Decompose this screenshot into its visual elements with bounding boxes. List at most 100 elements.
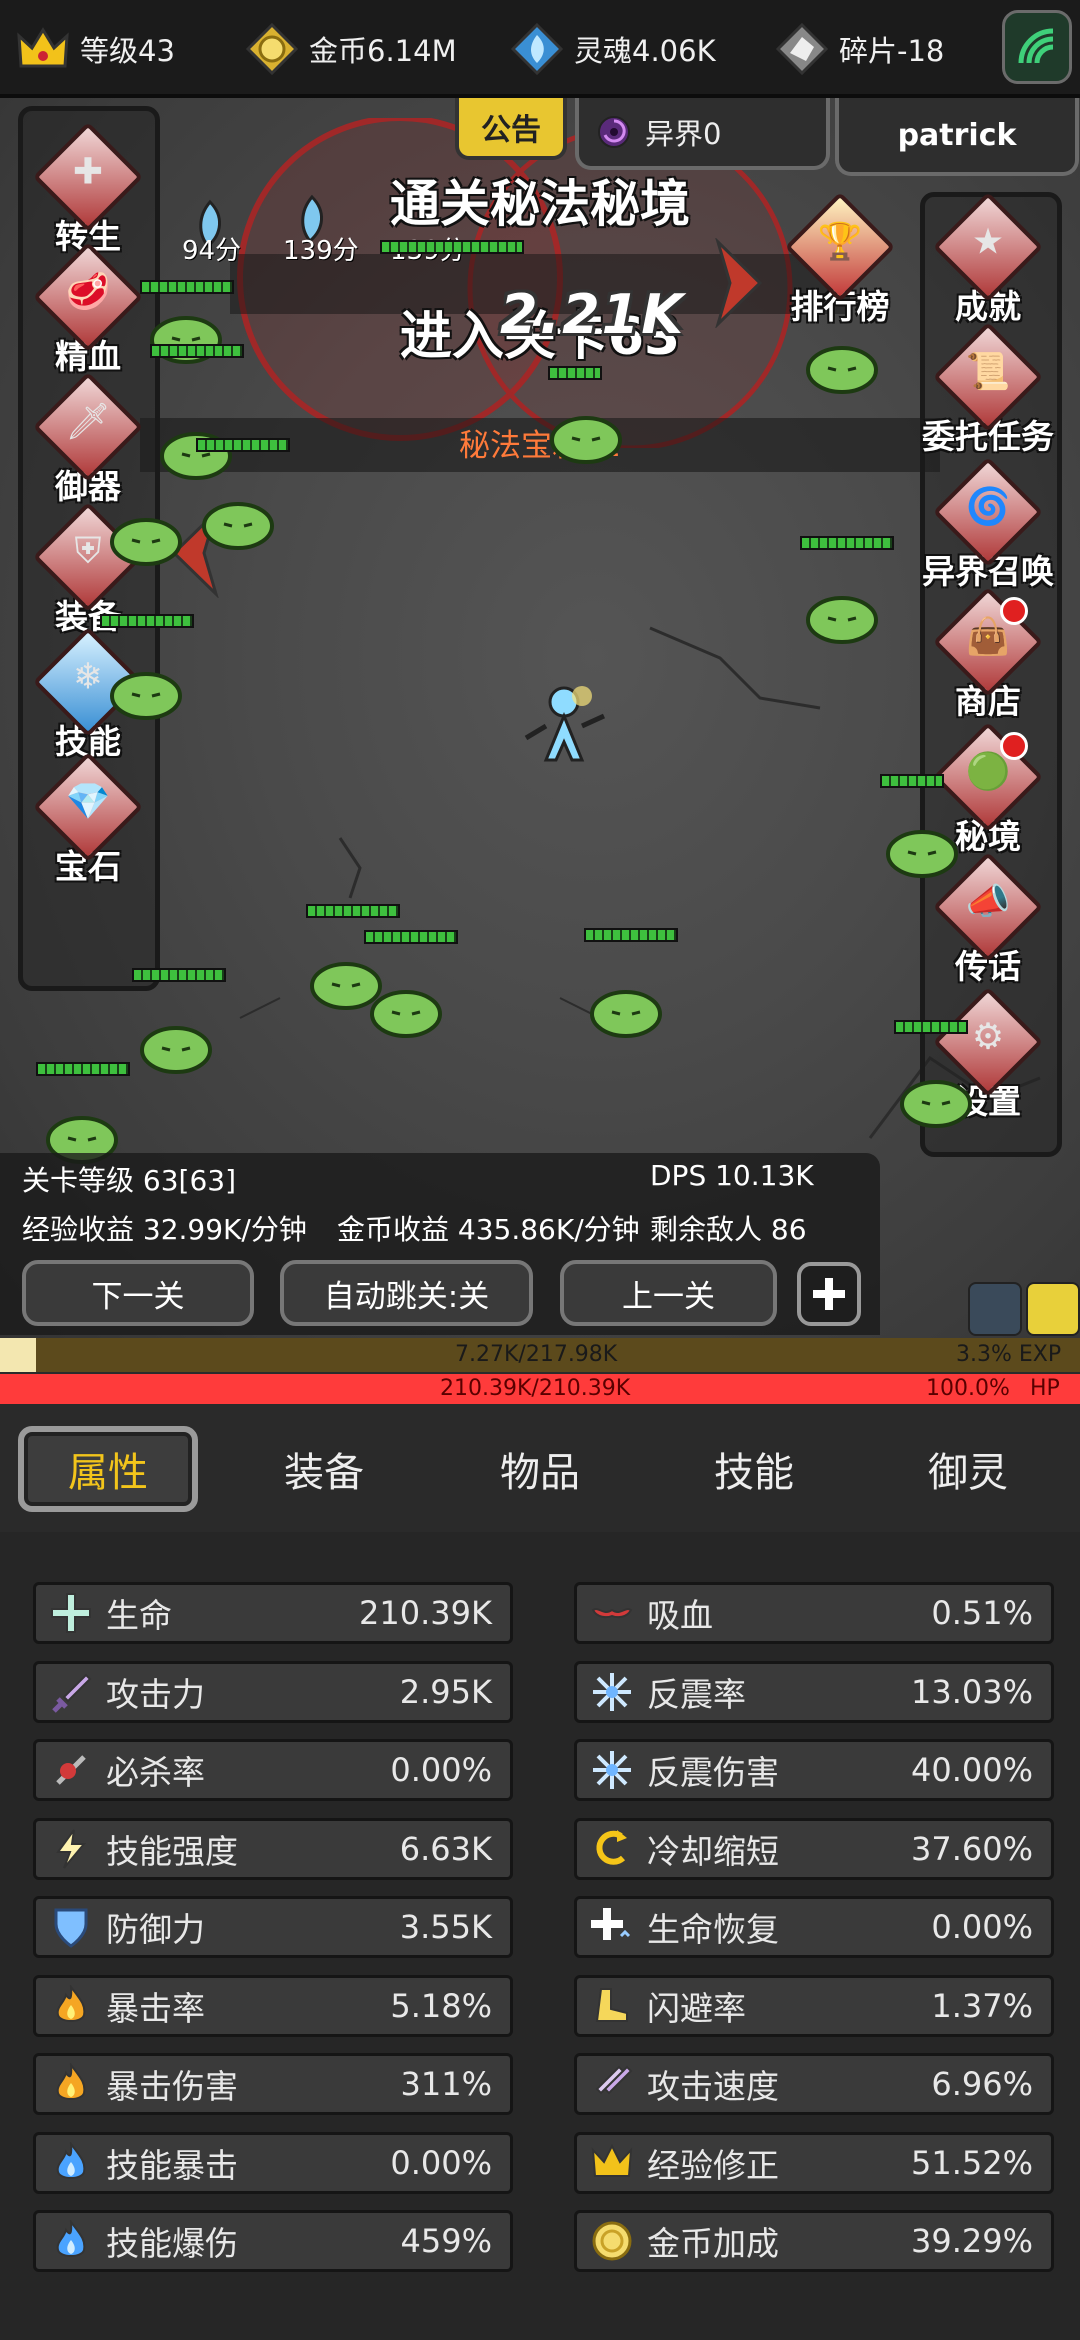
enemy-hp-bar xyxy=(150,344,244,358)
tab-attributes[interactable]: 属性 xyxy=(18,1426,198,1512)
slime-icon[interactable] xyxy=(588,982,664,1038)
shop-button[interactable]: 👜 商店 xyxy=(918,586,1058,723)
enemy-hp-bar xyxy=(140,280,234,294)
signal-button[interactable] xyxy=(1002,10,1072,84)
meat-icon: 🥩 xyxy=(65,271,111,313)
hp-text: 210.39K/210.39K xyxy=(440,1376,631,1401)
cross-icon: ✚ xyxy=(72,150,104,192)
slime-icon[interactable] xyxy=(898,1072,974,1128)
attribute-row[interactable]: 闪避率 1.37% xyxy=(574,1974,1054,2037)
dps-value: DPS 10.13K xyxy=(650,1159,814,1192)
regen-icon xyxy=(577,1899,647,1955)
attribute-row[interactable]: 经验修正 51.52% xyxy=(574,2131,1054,2194)
attribute-row[interactable]: 技能暴击 0.00% xyxy=(33,2131,513,2194)
leaderboard-button[interactable]: 🏆 排行榜 xyxy=(770,191,910,328)
fire-icon xyxy=(36,1978,106,2034)
slime-icon[interactable] xyxy=(138,1018,214,1074)
tab-equipment[interactable]: 装备 xyxy=(234,1426,414,1512)
attribute-value: 0.00% xyxy=(931,1908,1033,1946)
message-button[interactable]: 📣 传话 xyxy=(918,851,1058,988)
announcement-tab[interactable]: 公告 xyxy=(455,98,567,160)
tab-spirits[interactable]: 御灵 xyxy=(878,1426,1058,1512)
enemy-hp-bar xyxy=(800,536,894,550)
crown-icon xyxy=(577,2135,647,2191)
attribute-name: 攻击力 xyxy=(106,1674,205,1714)
boot-icon xyxy=(577,1978,647,2034)
fire-icon xyxy=(36,2056,106,2112)
slime-icon[interactable] xyxy=(108,664,184,720)
attribute-row[interactable]: 攻击力 2.95K xyxy=(33,1660,513,1723)
attribute-row[interactable]: 必杀率 0.00% xyxy=(33,1739,513,1801)
enemy-hp-bar xyxy=(380,240,524,254)
damage-number: 2.21K xyxy=(500,283,686,346)
crown-icon xyxy=(14,20,72,78)
player-character xyxy=(524,686,606,762)
attribute-row[interactable]: 技能爆伤 459% xyxy=(33,2210,513,2272)
tab-items[interactable]: 物品 xyxy=(450,1426,630,1512)
attribute-name: 冷却缩短 xyxy=(647,1831,779,1871)
notification-dot xyxy=(1000,732,1028,760)
soul-icon xyxy=(508,20,566,78)
slime-icon[interactable] xyxy=(804,588,880,644)
slime-icon[interactable] xyxy=(548,408,624,464)
enemy-hp-bar xyxy=(306,904,400,918)
attribute-value: 51.52% xyxy=(910,2143,1033,2182)
essence-button[interactable]: 🥩 精血 xyxy=(18,241,158,378)
attack-speed-icon xyxy=(577,2056,647,2112)
attribute-name: 闪避率 xyxy=(647,1988,746,2028)
auto-skip-button[interactable]: 自动跳关:关 xyxy=(280,1260,533,1326)
summon-button[interactable]: 🌀 异界召唤 xyxy=(918,456,1058,593)
slime-icon[interactable] xyxy=(368,982,444,1038)
gem-button[interactable]: 💎 宝石 xyxy=(18,751,158,888)
attribute-name: 反震伤害 xyxy=(647,1753,779,1792)
gold-income: 金币收益 435.86K/分钟 xyxy=(337,1213,640,1246)
attribute-row[interactable]: 反震率 13.03% xyxy=(574,1660,1054,1723)
emerald-portal-icon: 🟢 xyxy=(965,751,1011,793)
attribute-row[interactable]: 生命 210.39K xyxy=(33,1582,513,1644)
attribute-value: 210.39K xyxy=(359,1594,492,1632)
commission-button[interactable]: 📜 委托任务 xyxy=(918,321,1058,458)
rebirth-button[interactable]: ✚ 转生 xyxy=(18,121,158,258)
slime-icon[interactable] xyxy=(108,510,184,566)
attribute-row[interactable]: 暴击伤害 311% xyxy=(33,2053,513,2115)
attribute-row[interactable]: 吸血 0.51% xyxy=(574,1582,1054,1644)
slime-icon[interactable] xyxy=(804,338,880,394)
skill-slot-icon[interactable] xyxy=(1026,1282,1080,1336)
attribute-row[interactable]: 防御力 3.55K xyxy=(33,1896,513,1958)
attribute-row[interactable]: 金币加成 39.29% xyxy=(574,2210,1054,2272)
enemy-hp-bar xyxy=(36,1062,130,1076)
attribute-value: 6.96% xyxy=(931,2065,1033,2103)
prev-stage-button[interactable]: 上一关 xyxy=(560,1260,777,1326)
slime-icon[interactable] xyxy=(200,494,276,550)
notification-dot xyxy=(1000,597,1028,625)
battle-field[interactable]: 公告 异界0 patrick 通关秘法秘境 进入关卡63 94分 139分 13… xyxy=(0,98,1080,1338)
attribute-row[interactable]: 生命恢复 0.00% xyxy=(574,1896,1054,1958)
attribute-row[interactable]: 攻击速度 6.96% xyxy=(574,2053,1054,2115)
otherworld-tab[interactable]: 异界0 xyxy=(575,98,830,170)
arrow-right-icon[interactable] xyxy=(712,238,764,328)
gear-icon: ⚙ xyxy=(971,1015,1005,1057)
attribute-row[interactable]: 冷却缩短 37.60% xyxy=(574,1817,1054,1880)
skill-slot-icon[interactable] xyxy=(968,1282,1022,1336)
next-stage-button[interactable]: 下一关 xyxy=(22,1260,254,1326)
attribute-value: 311% xyxy=(400,2065,492,2103)
attribute-row[interactable]: 暴击率 5.18% xyxy=(33,1974,513,2037)
shard-resource: 碎片-18 xyxy=(773,14,944,84)
slime-icon[interactable] xyxy=(158,424,234,480)
slime-icon[interactable] xyxy=(884,822,960,878)
achievement-button[interactable]: ★ 成就 xyxy=(918,191,1058,328)
tab-skills[interactable]: 技能 xyxy=(664,1426,844,1512)
star-icon: ★ xyxy=(971,220,1005,262)
attribute-value: 13.03% xyxy=(910,1672,1033,1711)
critical-hit-icon xyxy=(36,1742,106,1798)
exp-fill xyxy=(0,1338,36,1372)
hp-label: HP xyxy=(1030,1376,1060,1401)
megaphone-icon: 📣 xyxy=(965,881,1011,923)
enemy-hp-bar xyxy=(196,438,290,452)
attribute-row[interactable]: 反震伤害 40.00% xyxy=(574,1739,1054,1801)
attribute-name: 技能爆伤 xyxy=(106,2224,238,2263)
attribute-row[interactable]: 技能强度 6.63K xyxy=(33,1817,513,1880)
artifact-button[interactable]: 🗡 御器 xyxy=(18,371,158,508)
plus-button[interactable] xyxy=(797,1262,861,1326)
attribute-name: 技能暴击 xyxy=(106,2145,238,2185)
